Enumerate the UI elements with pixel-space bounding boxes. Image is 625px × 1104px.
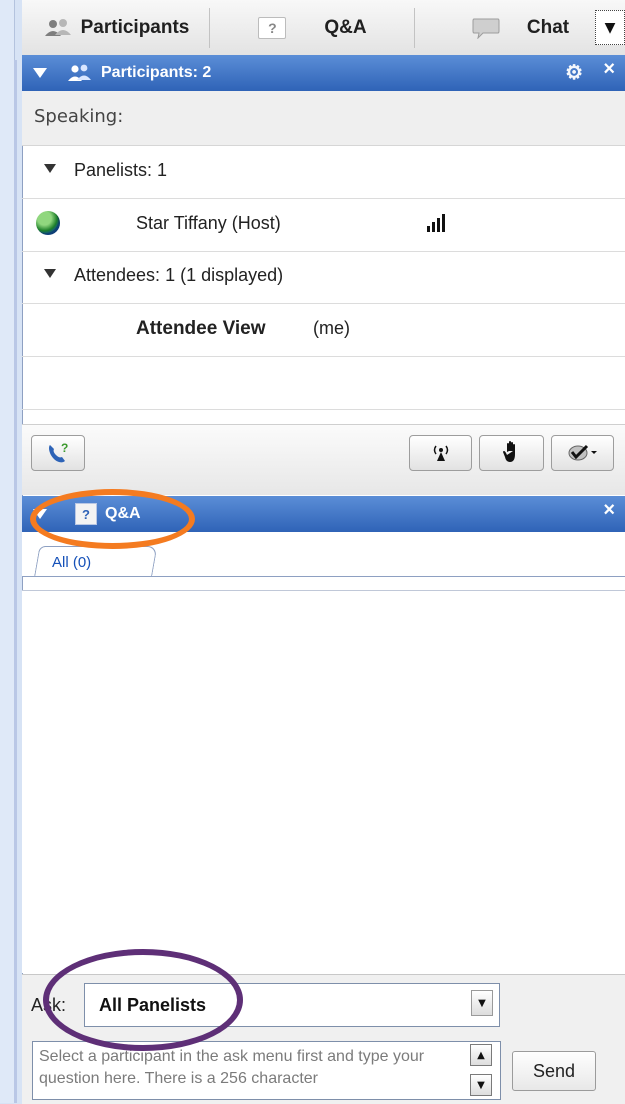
chevron-down-icon[interactable]: ▼ <box>471 990 493 1016</box>
gear-icon[interactable]: ⚙ <box>565 60 583 85</box>
scroll-up-icon[interactable]: ▲ <box>470 1044 492 1066</box>
broadcast-icon <box>433 445 448 461</box>
chevron-down-icon: ▼ <box>604 19 616 36</box>
tab-chat[interactable]: Chat <box>415 0 625 55</box>
expand-caret-icon[interactable] <box>44 164 56 173</box>
feedback-menu-button[interactable] <box>551 435 614 471</box>
panelists-label: Panelists: 1 <box>74 160 168 180</box>
participants-toolbar: ? <box>22 424 625 495</box>
tab-all-label: All (0) <box>52 554 92 571</box>
qa-message-area <box>22 591 625 973</box>
tab-qa[interactable]: ? Q&A <box>210 0 415 55</box>
question-scrollbar[interactable]: ▲ ▼ <box>470 1044 492 1096</box>
tab-chat-label: Chat <box>526 16 570 38</box>
top-tab-bar: Participants ? Q&A Chat ▼ <box>22 0 625 56</box>
svg-text:?: ? <box>61 441 68 455</box>
hand-icon <box>502 441 515 462</box>
participants-header-title: Participants: 2 <box>101 64 212 81</box>
check-dropdown-icon <box>568 444 597 461</box>
people-icon <box>43 18 73 38</box>
expand-caret-icon[interactable] <box>44 269 56 278</box>
attendee-name: Attendee View <box>136 318 266 339</box>
raise-hand-button[interactable] <box>479 435 544 471</box>
left-edge-frame <box>0 0 15 1103</box>
speaking-label: Speaking: <box>34 106 124 127</box>
phone-help-icon: ? <box>49 441 68 463</box>
collapse-arrow-icon[interactable] <box>33 68 47 78</box>
scroll-down-icon[interactable]: ▼ <box>470 1074 492 1096</box>
left-edge-accent <box>14 60 17 1103</box>
question-icon: ? <box>258 16 287 39</box>
attendee-suffix: (me) <box>313 318 350 338</box>
globe-icon <box>36 211 60 235</box>
speaking-bar: Speaking: <box>22 91 625 146</box>
panelists-group-row[interactable]: Panelists: 1 <box>22 146 625 199</box>
participants-header[interactable]: Participants: 2 ⚙ × <box>22 55 625 91</box>
question-placeholder: Select a participant in the ask menu fir… <box>39 1048 425 1087</box>
empty-row <box>22 357 625 410</box>
attendees-label: Attendees: 1 (1 displayed) <box>74 265 284 285</box>
people-icon <box>67 64 93 82</box>
tabs-menu-button[interactable]: ▼ <box>595 10 625 45</box>
speech-bubble-icon <box>471 17 501 39</box>
orange-highlight-ellipse <box>30 489 195 549</box>
broadcast-button[interactable] <box>409 435 472 471</box>
qa-tab-divider <box>22 576 625 577</box>
tab-participants[interactable]: Participants <box>22 0 210 55</box>
close-icon[interactable]: × <box>603 58 615 81</box>
tab-qa-label: Q&A <box>324 16 367 38</box>
signal-bars-icon <box>427 214 445 232</box>
attendees-group-row[interactable]: Attendees: 1 (1 displayed) <box>22 251 625 304</box>
send-button[interactable]: Send <box>512 1051 596 1091</box>
tab-participants-label: Participants <box>80 16 190 38</box>
participant-row-attendee[interactable]: Attendee View (me) <box>22 304 625 357</box>
purple-highlight-ellipse <box>43 949 243 1051</box>
host-name: Star Tiffany (Host) <box>136 213 281 233</box>
call-help-button[interactable]: ? <box>31 435 85 471</box>
close-icon[interactable]: × <box>603 499 615 522</box>
participant-row-host[interactable]: Star Tiffany (Host) <box>22 199 625 252</box>
